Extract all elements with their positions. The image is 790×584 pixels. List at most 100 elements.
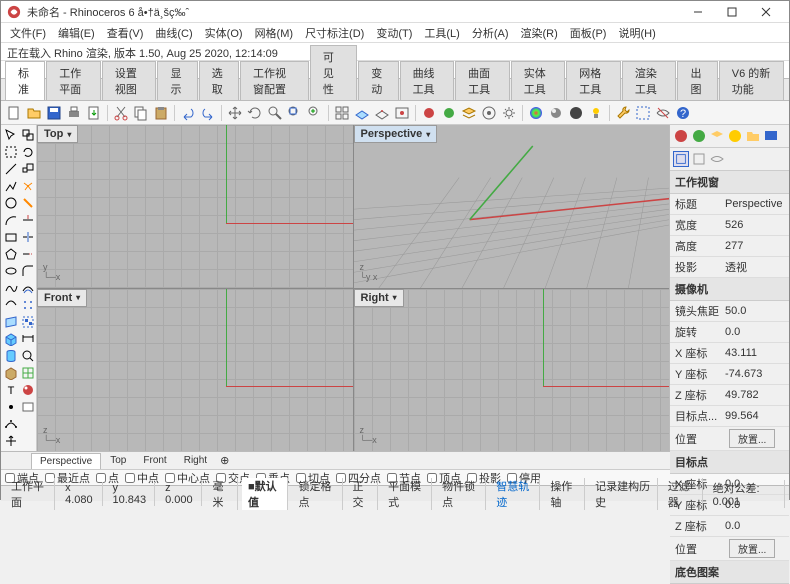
menu-render[interactable]: 渲染(R) [516,23,563,43]
tab-curvetools[interactable]: 曲线工具 [400,61,455,100]
tgt-z-value[interactable]: 0.0 [725,520,784,532]
status-history[interactable]: 记录建构历史 [589,478,658,510]
add-vp-icon[interactable]: ⊕ [220,454,229,467]
status-cplane[interactable]: 工作平面 [5,478,55,510]
chevron-down-icon[interactable]: ▾ [76,293,80,302]
print-icon[interactable] [65,104,83,122]
zoom-extents-icon[interactable] [286,104,304,122]
close-button[interactable] [749,1,783,23]
mesh-tool-icon[interactable] [20,365,36,381]
offset-icon[interactable] [20,280,36,296]
cut-icon[interactable] [112,104,130,122]
menu-help[interactable]: 说明(H) [613,23,660,43]
vp-tab-top[interactable]: Top [102,453,134,468]
pointson-icon[interactable] [3,416,19,432]
setview-icon[interactable] [373,104,391,122]
join-icon[interactable] [20,195,36,211]
place-cam-button[interactable]: 放置... [729,429,775,448]
render-tool-icon[interactable] [20,382,36,398]
open-icon[interactable] [25,104,43,122]
mesh-icon[interactable] [3,365,19,381]
rotation-value[interactable]: 0.0 [725,326,784,338]
status-gumball[interactable]: 操作轴 [544,478,585,510]
help-icon[interactable]: ? [674,104,692,122]
status-ortho[interactable]: 正交 [347,478,379,510]
curve-icon[interactable] [3,280,19,296]
viewport-top[interactable]: Top▾ y└─x [37,125,353,288]
place-tgt-button[interactable]: 放置... [729,539,775,558]
new-icon[interactable] [5,104,23,122]
named-view-icon[interactable] [393,104,411,122]
viewport-title-value[interactable]: Perspective [725,198,784,210]
tab-surftools[interactable]: 曲面工具 [455,61,510,100]
maximize-button[interactable] [715,1,749,23]
menu-analyze[interactable]: 分析(A) [467,23,514,43]
viewport-right-header[interactable]: Right▾ [354,289,404,307]
ellipse-icon[interactable] [3,263,19,279]
color-icon[interactable] [527,104,545,122]
fillet-icon[interactable] [20,263,36,279]
status-gridsnap[interactable]: 锁定格点 [292,478,342,510]
menu-file[interactable]: 文件(F) [5,23,51,43]
prop-display-icon[interactable] [763,128,779,144]
cam-y-value[interactable]: -74.673 [725,368,784,380]
vp-tab-front[interactable]: Front [135,453,174,468]
viewport-perspective[interactable]: Perspective▾ z└y x [354,125,670,288]
properties-icon[interactable] [480,104,498,122]
viewport-right[interactable]: Right▾ z└─x [354,289,670,452]
pointer-icon[interactable] [3,127,19,143]
prop-layer-icon[interactable] [709,128,725,144]
menu-view[interactable]: 查看(V) [102,23,149,43]
split-icon[interactable] [20,229,36,245]
scale-icon[interactable] [20,161,36,177]
material-icon[interactable] [547,104,565,122]
trim-icon[interactable] [20,212,36,228]
vp-tab-perspective[interactable]: Perspective [31,453,101,469]
hide-icon[interactable] [654,104,672,122]
curve2-icon[interactable] [3,297,19,313]
status-osnap[interactable]: 物件锁点 [436,478,486,510]
tab-select[interactable]: 选取 [199,61,239,100]
select-crv-icon[interactable] [634,104,652,122]
draft-icon[interactable] [20,399,36,415]
viewport-width-value[interactable]: 526 [725,219,784,231]
dim-icon[interactable] [20,331,36,347]
explode-icon[interactable] [20,178,36,194]
rotate-icon[interactable] [246,104,264,122]
chevron-down-icon[interactable]: ▾ [426,130,430,139]
layer-icon[interactable] [460,104,478,122]
polyline-icon[interactable] [3,178,19,194]
polygon-icon[interactable] [3,246,19,262]
cam-x-value[interactable]: 43.111 [725,347,784,359]
menu-mesh[interactable]: 网格(M) [250,23,299,43]
light-icon[interactable] [587,104,605,122]
zoom-sel-icon[interactable] [306,104,324,122]
line-icon[interactable] [3,161,19,177]
extend-icon[interactable] [20,246,36,262]
menu-solid[interactable]: 实体(O) [200,23,248,43]
status-filter[interactable]: 过滤器 [662,478,703,510]
tab-viewport-icon[interactable] [673,151,689,167]
arc-icon[interactable] [3,212,19,228]
menu-edit[interactable]: 编辑(E) [53,23,100,43]
tab-display[interactable]: 显示 [157,61,197,100]
rect-icon[interactable] [3,229,19,245]
tab-transform[interactable]: 变动 [358,61,398,100]
viewport-front-header[interactable]: Front▾ [37,289,87,307]
copy-icon[interactable] [132,104,150,122]
viewport-front[interactable]: Front▾ z└─x [37,289,353,452]
lens-value[interactable]: 50.0 [725,305,784,317]
viewport-persp-header[interactable]: Perspective▾ [354,125,438,143]
menu-curve[interactable]: 曲线(C) [150,23,197,43]
menu-tools[interactable]: 工具(L) [419,23,464,43]
tab-vplayout[interactable]: 工作视窗配置 [240,61,309,100]
tab-drafting[interactable]: 出图 [677,61,717,100]
pan-icon[interactable] [226,104,244,122]
array-icon[interactable] [20,297,36,313]
tab-standard[interactable]: 标准 [5,61,45,100]
sun-icon[interactable] [567,104,585,122]
projection-value[interactable]: 透视 [725,259,784,275]
menu-panel[interactable]: 面板(P) [565,23,612,43]
shade-icon[interactable] [420,104,438,122]
tab-new[interactable]: V6 的新功能 [719,61,784,100]
